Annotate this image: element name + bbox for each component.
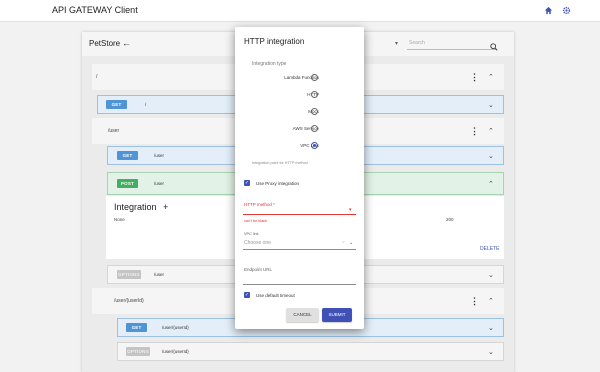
vpc-link-select[interactable]: Choose one	[244, 240, 271, 246]
search-icon[interactable]	[490, 38, 498, 56]
http-method-select[interactable]	[243, 214, 356, 215]
option-mock-radio[interactable]	[311, 108, 318, 115]
clear-icon[interactable]: ×	[342, 240, 345, 246]
chevron-up-icon[interactable]: ⌃	[488, 297, 494, 305]
vpc-link-label: VPC link	[244, 232, 259, 236]
method-path: /user/{userId}	[162, 325, 189, 330]
method-row[interactable]: OPTIONS /user/{userId} ⌄	[117, 342, 504, 361]
method-path: /user/{userId}	[162, 349, 189, 354]
chevron-down-icon[interactable]: ⌄	[488, 271, 494, 279]
more-options-icon[interactable]: ⋮	[470, 73, 479, 82]
resource-path: /user/{userId}	[114, 298, 144, 304]
gear-icon[interactable]	[561, 5, 571, 15]
more-options-icon[interactable]: ⋮	[470, 127, 479, 136]
method-badge: OPTIONS	[117, 270, 141, 279]
http-method-error: can't be blank	[244, 219, 268, 223]
vpc-link-underline	[243, 249, 356, 250]
option-aws-radio[interactable]	[311, 125, 318, 132]
filter-dropdown-icon[interactable]: ▾	[395, 40, 398, 47]
integration-hint: Integration point for HTTP method	[252, 161, 308, 165]
option-http-radio[interactable]	[311, 91, 318, 98]
dialog-title: HTTP integration	[244, 37, 305, 46]
chevron-down-icon[interactable]: ⌄	[488, 324, 494, 332]
cancel-button[interactable]: CANCEL	[286, 308, 319, 322]
add-integration-icon[interactable]: +	[163, 202, 168, 212]
method-badge: GET	[106, 100, 127, 109]
option-lambda-radio[interactable]	[311, 74, 318, 81]
delete-button[interactable]: DELETE	[480, 246, 499, 252]
http-method-label: HTTP method *	[244, 202, 275, 207]
submit-button[interactable]: SUBMIT	[322, 308, 352, 322]
endpoint-url-label: Endpoint URL	[244, 267, 273, 272]
method-badge: GET	[117, 151, 138, 160]
chevron-up-icon[interactable]: ⌃	[488, 73, 494, 81]
back-arrow-icon[interactable]: ←	[122, 38, 131, 48]
chevron-down-icon[interactable]: ⌄	[488, 152, 494, 160]
method-path: /user	[154, 181, 165, 186]
chevron-down-icon[interactable]: ⌄	[488, 348, 494, 356]
integration-type-label: Integration type	[252, 61, 287, 67]
integration-title: Integration	[114, 202, 157, 212]
method-path: /user	[154, 153, 165, 158]
chevron-down-icon[interactable]: ⌄	[488, 101, 494, 109]
search-input[interactable]: Search	[407, 38, 497, 50]
resource-path: /user	[108, 128, 120, 134]
method-badge: GET	[126, 323, 147, 332]
resource-path: /	[96, 74, 98, 80]
app-bar: API GATEWAY Client	[0, 0, 600, 22]
method-path: /user	[154, 272, 165, 277]
integration-type-value: None	[114, 217, 125, 222]
chevron-up-icon[interactable]: ⌃	[488, 127, 494, 135]
more-options-icon[interactable]: ⋮	[470, 297, 479, 306]
method-badge: POST	[117, 179, 138, 188]
proxy-checkbox[interactable]: ✓	[244, 180, 250, 186]
method-badge: OPTIONS	[126, 347, 150, 356]
default-timeout-checkbox[interactable]: ✓	[244, 292, 250, 298]
method-path: /	[145, 102, 147, 107]
endpoint-url-underline	[243, 284, 356, 285]
app-title: API GATEWAY Client	[52, 5, 138, 15]
http-integration-dialog: HTTP integration Integration type Lambda…	[235, 27, 364, 329]
chevron-down-icon[interactable]: ⌄	[349, 240, 353, 246]
proxy-label: Use Proxy integration	[256, 181, 300, 186]
chevron-up-icon[interactable]: ⌃	[488, 180, 494, 188]
option-vpc-radio[interactable]	[311, 142, 318, 149]
home-icon[interactable]	[543, 5, 553, 15]
integration-status: 200	[446, 217, 454, 222]
api-name: PetStore	[89, 39, 121, 48]
http-method-dropdown-icon[interactable]: ▾	[349, 207, 352, 213]
default-timeout-label: Use default timeout	[256, 293, 295, 298]
